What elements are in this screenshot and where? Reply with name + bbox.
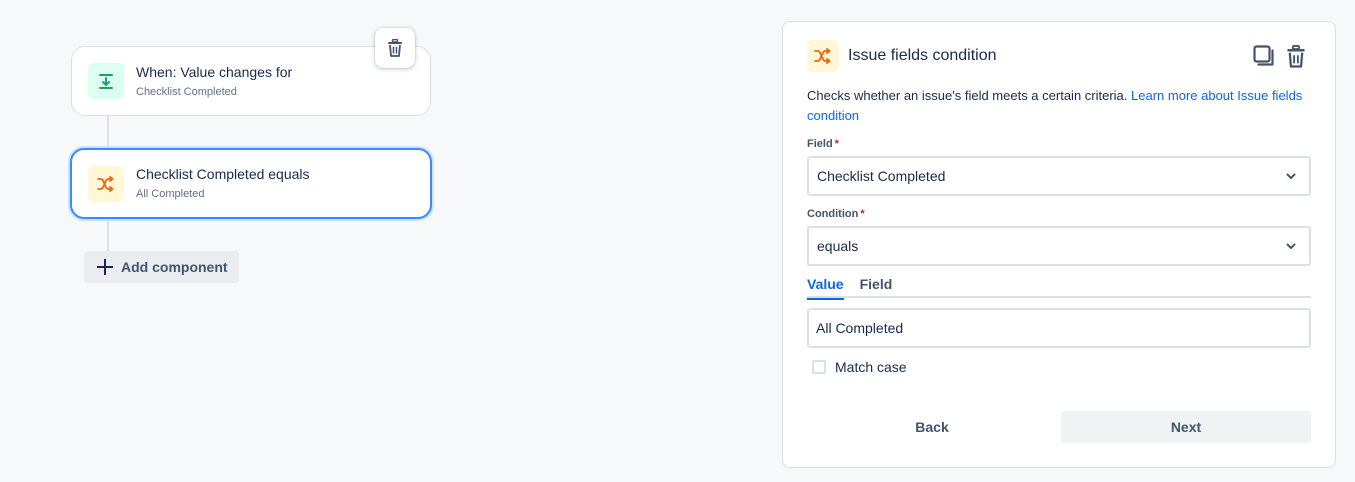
automation-canvas: When: Value changes for Checklist Comple… xyxy=(0,0,1355,482)
trigger-title: When: Value changes for xyxy=(136,63,293,80)
panel-description: Checks whether an issue's field meets a … xyxy=(807,86,1307,126)
flow-connector xyxy=(107,116,109,148)
condition-label-text: Condition xyxy=(807,208,859,220)
field-select-value: Checklist Completed xyxy=(817,168,946,184)
required-marker: * xyxy=(834,138,839,150)
tab-value[interactable]: Value xyxy=(807,274,844,300)
required-marker: * xyxy=(860,208,865,220)
copy-icon[interactable] xyxy=(1253,44,1275,68)
panel-header: Issue fields condition xyxy=(807,40,997,72)
branch-icon xyxy=(807,40,839,72)
trash-icon xyxy=(388,39,402,57)
field-select[interactable]: Checklist Completed xyxy=(807,156,1311,196)
chevron-down-icon xyxy=(1285,240,1297,252)
branch-icon xyxy=(88,165,124,202)
match-case-checkbox[interactable] xyxy=(812,360,826,374)
condition-label: Condition * xyxy=(807,208,865,220)
plus-icon xyxy=(96,258,114,276)
field-label: Field * xyxy=(807,138,839,150)
value-field-tabs: Value Field xyxy=(807,274,1311,300)
add-component-label: Add component xyxy=(121,259,228,275)
next-button[interactable]: Next xyxy=(1061,411,1311,443)
back-button[interactable]: Back xyxy=(807,411,1057,443)
chevron-down-icon xyxy=(1285,170,1297,182)
delete-component-button[interactable] xyxy=(375,28,415,68)
condition-title: Checklist Completed equals xyxy=(136,166,310,182)
component-config-panel: Issue fields condition Checks whether an… xyxy=(782,21,1336,468)
flow-connector xyxy=(107,219,109,252)
trash-icon[interactable] xyxy=(1285,44,1307,68)
panel-title: Issue fields condition xyxy=(848,47,997,64)
match-case-row: Match case xyxy=(812,359,907,375)
condition-select-value: equals xyxy=(817,238,859,254)
condition-subtitle: All Completed xyxy=(136,188,205,200)
panel-header-actions xyxy=(1253,44,1307,68)
tab-field[interactable]: Field xyxy=(860,274,893,298)
condition-select[interactable]: equals xyxy=(807,226,1311,266)
field-label-text: Field xyxy=(807,138,833,150)
value-change-icon xyxy=(88,63,124,99)
match-case-label: Match case xyxy=(835,359,907,375)
condition-node[interactable]: Checklist Completed equals All Completed xyxy=(70,148,432,219)
trigger-subtitle: Checklist Completed xyxy=(136,85,237,98)
value-input[interactable] xyxy=(807,308,1311,348)
add-component-button[interactable]: Add component xyxy=(84,251,239,283)
description-text: Checks whether an issue's field meets a … xyxy=(807,88,1128,103)
